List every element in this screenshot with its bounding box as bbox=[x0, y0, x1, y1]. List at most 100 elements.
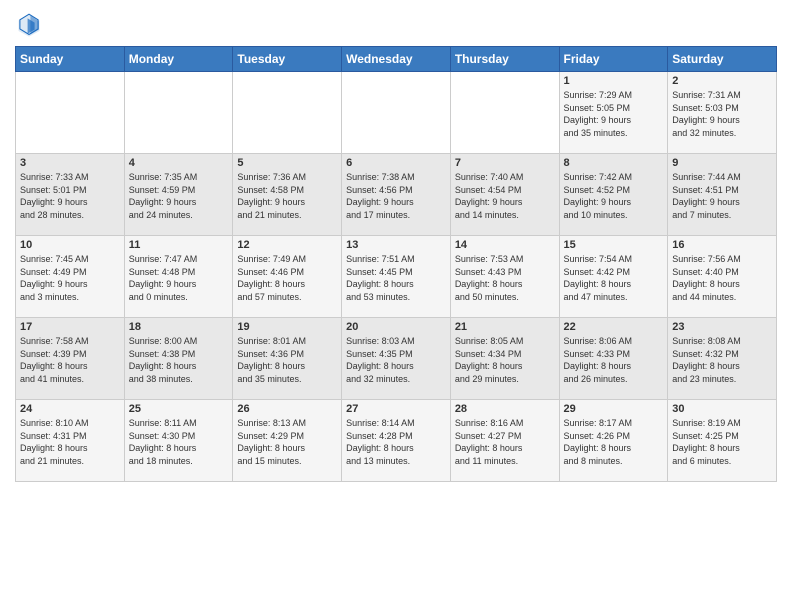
day-info: Sunrise: 7:54 AM Sunset: 4:42 PM Dayligh… bbox=[564, 253, 664, 303]
day-number: 1 bbox=[564, 75, 664, 87]
calendar-cell: 1 Sunrise: 7:29 AM Sunset: 5:05 PM Daylig… bbox=[559, 72, 668, 154]
day-info: Sunrise: 8:19 AM Sunset: 4:25 PM Dayligh… bbox=[672, 417, 772, 467]
day-header-saturday: Saturday bbox=[668, 47, 777, 72]
day-number: 7 bbox=[455, 157, 555, 169]
day-info: Sunrise: 7:40 AM Sunset: 4:54 PM Dayligh… bbox=[455, 171, 555, 221]
day-number: 23 bbox=[672, 321, 772, 333]
calendar-cell: 8 Sunrise: 7:42 AM Sunset: 4:52 PM Daylig… bbox=[559, 154, 668, 236]
day-header-wednesday: Wednesday bbox=[342, 47, 451, 72]
calendar-cell: 16 Sunrise: 7:56 AM Sunset: 4:40 PM Dayli… bbox=[668, 236, 777, 318]
day-info: Sunrise: 8:11 AM Sunset: 4:30 PM Dayligh… bbox=[129, 417, 229, 467]
calendar-cell: 25 Sunrise: 8:11 AM Sunset: 4:30 PM Dayli… bbox=[124, 400, 233, 482]
calendar-cell: 27 Sunrise: 8:14 AM Sunset: 4:28 PM Dayli… bbox=[342, 400, 451, 482]
day-info: Sunrise: 7:53 AM Sunset: 4:43 PM Dayligh… bbox=[455, 253, 555, 303]
day-header-thursday: Thursday bbox=[450, 47, 559, 72]
calendar-cell: 23 Sunrise: 8:08 AM Sunset: 4:32 PM Dayli… bbox=[668, 318, 777, 400]
day-number: 2 bbox=[672, 75, 772, 87]
day-number: 5 bbox=[237, 157, 337, 169]
day-info: Sunrise: 7:51 AM Sunset: 4:45 PM Dayligh… bbox=[346, 253, 446, 303]
day-number: 12 bbox=[237, 239, 337, 251]
day-number: 24 bbox=[20, 403, 120, 415]
day-info: Sunrise: 7:49 AM Sunset: 4:46 PM Dayligh… bbox=[237, 253, 337, 303]
day-info: Sunrise: 7:29 AM Sunset: 5:05 PM Dayligh… bbox=[564, 89, 664, 139]
calendar-cell bbox=[342, 72, 451, 154]
day-info: Sunrise: 7:42 AM Sunset: 4:52 PM Dayligh… bbox=[564, 171, 664, 221]
calendar-cell: 21Sunrise: 8:05 AM Sunset: 4:34 PM Dayli… bbox=[450, 318, 559, 400]
calendar-cell: 4 Sunrise: 7:35 AM Sunset: 4:59 PM Daylig… bbox=[124, 154, 233, 236]
day-info: Sunrise: 7:33 AM Sunset: 5:01 PM Dayligh… bbox=[20, 171, 120, 221]
day-number: 9 bbox=[672, 157, 772, 169]
week-row-4: 24 Sunrise: 8:10 AM Sunset: 4:31 PM Dayli… bbox=[16, 400, 777, 482]
day-info: Sunrise: 8:16 AM Sunset: 4:27 PM Dayligh… bbox=[455, 417, 555, 467]
day-number: 20 bbox=[346, 321, 446, 333]
day-number: 22 bbox=[564, 321, 664, 333]
day-info: Sunrise: 8:01 AM Sunset: 4:36 PM Dayligh… bbox=[237, 335, 337, 385]
day-number: 3 bbox=[20, 157, 120, 169]
day-info: Sunrise: 8:17 AM Sunset: 4:26 PM Dayligh… bbox=[564, 417, 664, 467]
day-number: 19 bbox=[237, 321, 337, 333]
calendar-header-row: SundayMondayTuesdayWednesdayThursdayFrid… bbox=[16, 47, 777, 72]
header bbox=[15, 10, 777, 38]
week-row-1: 3 Sunrise: 7:33 AM Sunset: 5:01 PM Daylig… bbox=[16, 154, 777, 236]
week-row-2: 10Sunrise: 7:45 AM Sunset: 4:49 PM Dayli… bbox=[16, 236, 777, 318]
calendar-cell bbox=[124, 72, 233, 154]
calendar-cell: 2 Sunrise: 7:31 AM Sunset: 5:03 PM Daylig… bbox=[668, 72, 777, 154]
day-info: Sunrise: 7:44 AM Sunset: 4:51 PM Dayligh… bbox=[672, 171, 772, 221]
logo bbox=[15, 10, 47, 38]
day-info: Sunrise: 7:56 AM Sunset: 4:40 PM Dayligh… bbox=[672, 253, 772, 303]
day-info: Sunrise: 7:47 AM Sunset: 4:48 PM Dayligh… bbox=[129, 253, 229, 303]
day-header-friday: Friday bbox=[559, 47, 668, 72]
day-header-tuesday: Tuesday bbox=[233, 47, 342, 72]
day-number: 18 bbox=[129, 321, 229, 333]
day-info: Sunrise: 8:08 AM Sunset: 4:32 PM Dayligh… bbox=[672, 335, 772, 385]
day-number: 17 bbox=[20, 321, 120, 333]
day-info: Sunrise: 7:31 AM Sunset: 5:03 PM Dayligh… bbox=[672, 89, 772, 139]
page: SundayMondayTuesdayWednesdayThursdayFrid… bbox=[0, 0, 792, 612]
day-info: Sunrise: 8:00 AM Sunset: 4:38 PM Dayligh… bbox=[129, 335, 229, 385]
day-number: 4 bbox=[129, 157, 229, 169]
logo-icon bbox=[15, 10, 43, 38]
day-info: Sunrise: 8:03 AM Sunset: 4:35 PM Dayligh… bbox=[346, 335, 446, 385]
calendar-cell: 13Sunrise: 7:51 AM Sunset: 4:45 PM Dayli… bbox=[342, 236, 451, 318]
calendar-cell bbox=[450, 72, 559, 154]
calendar-table: SundayMondayTuesdayWednesdayThursdayFrid… bbox=[15, 46, 777, 482]
calendar-cell: 9 Sunrise: 7:44 AM Sunset: 4:51 PM Daylig… bbox=[668, 154, 777, 236]
day-number: 26 bbox=[237, 403, 337, 415]
day-info: Sunrise: 7:35 AM Sunset: 4:59 PM Dayligh… bbox=[129, 171, 229, 221]
day-number: 27 bbox=[346, 403, 446, 415]
calendar-cell: 11 Sunrise: 7:47 AM Sunset: 4:48 PM Dayli… bbox=[124, 236, 233, 318]
day-number: 25 bbox=[129, 403, 229, 415]
day-info: Sunrise: 8:14 AM Sunset: 4:28 PM Dayligh… bbox=[346, 417, 446, 467]
calendar-cell bbox=[16, 72, 125, 154]
day-number: 30 bbox=[672, 403, 772, 415]
day-info: Sunrise: 8:13 AM Sunset: 4:29 PM Dayligh… bbox=[237, 417, 337, 467]
day-number: 8 bbox=[564, 157, 664, 169]
day-number: 16 bbox=[672, 239, 772, 251]
day-info: Sunrise: 7:58 AM Sunset: 4:39 PM Dayligh… bbox=[20, 335, 120, 385]
calendar-cell: 6Sunrise: 7:38 AM Sunset: 4:56 PM Daylig… bbox=[342, 154, 451, 236]
calendar-cell bbox=[233, 72, 342, 154]
week-row-0: 1 Sunrise: 7:29 AM Sunset: 5:05 PM Daylig… bbox=[16, 72, 777, 154]
day-info: Sunrise: 7:36 AM Sunset: 4:58 PM Dayligh… bbox=[237, 171, 337, 221]
day-info: Sunrise: 8:10 AM Sunset: 4:31 PM Dayligh… bbox=[20, 417, 120, 467]
day-number: 28 bbox=[455, 403, 555, 415]
day-number: 11 bbox=[129, 239, 229, 251]
calendar-cell: 28 Sunrise: 8:16 AM Sunset: 4:27 PM Dayli… bbox=[450, 400, 559, 482]
calendar-cell: 24 Sunrise: 8:10 AM Sunset: 4:31 PM Dayli… bbox=[16, 400, 125, 482]
week-row-3: 17 Sunrise: 7:58 AM Sunset: 4:39 PM Dayli… bbox=[16, 318, 777, 400]
calendar-cell: 15Sunrise: 7:54 AM Sunset: 4:42 PM Dayli… bbox=[559, 236, 668, 318]
day-number: 14 bbox=[455, 239, 555, 251]
calendar-cell: 5 Sunrise: 7:36 AM Sunset: 4:58 PM Daylig… bbox=[233, 154, 342, 236]
calendar-cell: 7 Sunrise: 7:40 AM Sunset: 4:54 PM Daylig… bbox=[450, 154, 559, 236]
day-number: 10 bbox=[20, 239, 120, 251]
calendar-cell: 20 Sunrise: 8:03 AM Sunset: 4:35 PM Dayli… bbox=[342, 318, 451, 400]
calendar-cell: 14 Sunrise: 7:53 AM Sunset: 4:43 PM Dayli… bbox=[450, 236, 559, 318]
day-header-sunday: Sunday bbox=[16, 47, 125, 72]
calendar-cell: 12 Sunrise: 7:49 AM Sunset: 4:46 PM Dayli… bbox=[233, 236, 342, 318]
calendar-cell: 26 Sunrise: 8:13 AM Sunset: 4:29 PM Dayli… bbox=[233, 400, 342, 482]
calendar-cell: 30 Sunrise: 8:19 AM Sunset: 4:25 PM Dayli… bbox=[668, 400, 777, 482]
day-number: 29 bbox=[564, 403, 664, 415]
calendar-cell: 29 Sunrise: 8:17 AM Sunset: 4:26 PM Dayli… bbox=[559, 400, 668, 482]
day-info: Sunrise: 8:06 AM Sunset: 4:33 PM Dayligh… bbox=[564, 335, 664, 385]
calendar-cell: 17 Sunrise: 7:58 AM Sunset: 4:39 PM Dayli… bbox=[16, 318, 125, 400]
